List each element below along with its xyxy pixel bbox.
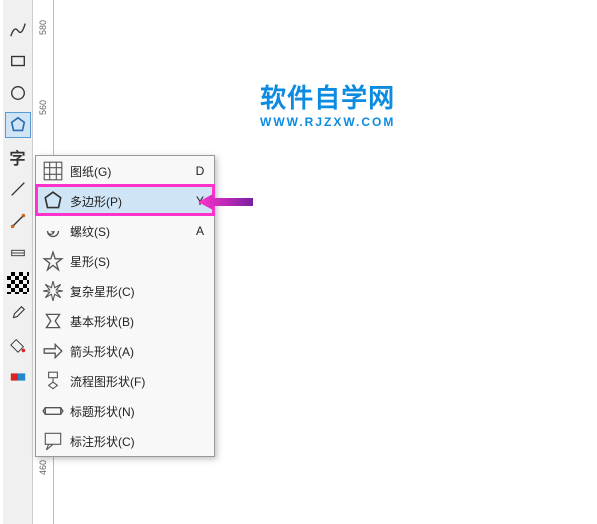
basic-shapes-icon: [42, 310, 64, 332]
menu-label: 图纸(G): [70, 163, 192, 180]
menu-item-banner-shapes[interactable]: 标题形状(N): [36, 396, 214, 426]
menu-label: 标注形状(C): [70, 433, 192, 450]
menu-label: 箭头形状(A): [70, 343, 192, 360]
arrow-shapes-icon: [42, 340, 64, 362]
eyedropper-tool[interactable]: [5, 300, 31, 326]
ruler-tick: 580: [38, 20, 48, 35]
menu-label: 星形(S): [70, 253, 192, 270]
menu-label: 复杂星形(C): [70, 283, 192, 300]
line-tool[interactable]: [5, 176, 31, 202]
blend-tool[interactable]: [5, 364, 31, 390]
menu-label: 多边形(P): [70, 193, 192, 210]
polygon-flyout-menu: 图纸(G) D 多边形(P) Y 螺纹(S) A 星形(S) 复杂星形(C) 基…: [35, 155, 215, 457]
menu-label: 螺纹(S): [70, 223, 192, 240]
menu-item-arrow-shapes[interactable]: 箭头形状(A): [36, 336, 214, 366]
menu-label: 标题形状(N): [70, 403, 192, 420]
callout-shapes-icon: [42, 430, 64, 452]
toolbar: 字: [3, 0, 33, 524]
ruler-tick: 460: [38, 460, 48, 475]
menu-item-callout-shapes[interactable]: 标注形状(C): [36, 426, 214, 456]
menu-item-star[interactable]: 星形(S): [36, 246, 214, 276]
banner-shapes-icon: [42, 400, 64, 422]
complex-star-icon: [42, 280, 64, 302]
star-icon: [42, 250, 64, 272]
text-tool[interactable]: 字: [5, 144, 31, 170]
menu-item-flowchart-shapes[interactable]: 流程图形状(F): [36, 366, 214, 396]
ruler-tick: 560: [38, 100, 48, 115]
menu-label: 基本形状(B): [70, 313, 192, 330]
spiral-icon: [42, 220, 64, 242]
dimension-tool[interactable]: [5, 240, 31, 266]
watermark: 软件自学网 WWW.RJZXW.COM: [260, 78, 395, 129]
watermark-text: 软件自学网: [260, 78, 395, 115]
menu-item-graph-paper[interactable]: 图纸(G) D: [36, 156, 214, 186]
polygon-icon: [42, 190, 64, 212]
menu-shortcut: Y: [192, 194, 208, 208]
checker-tool[interactable]: [7, 272, 29, 294]
rectangle-tool[interactable]: [5, 48, 31, 74]
menu-label: 流程图形状(F): [70, 373, 192, 390]
polygon-tool[interactable]: [5, 112, 31, 138]
freehand-tool[interactable]: [5, 16, 31, 42]
flowchart-shapes-icon: [42, 370, 64, 392]
ellipse-tool[interactable]: [5, 80, 31, 106]
graph-paper-icon: [42, 160, 64, 182]
menu-item-spiral[interactable]: 螺纹(S) A: [36, 216, 214, 246]
fill-tool[interactable]: [5, 332, 31, 358]
menu-item-polygon[interactable]: 多边形(P) Y: [36, 186, 214, 216]
menu-item-basic-shapes[interactable]: 基本形状(B): [36, 306, 214, 336]
menu-shortcut: A: [192, 224, 208, 238]
connector-tool[interactable]: [5, 208, 31, 234]
menu-shortcut: D: [192, 164, 208, 178]
menu-item-complex-star[interactable]: 复杂星形(C): [36, 276, 214, 306]
watermark-url: WWW.RJZXW.COM: [260, 115, 395, 129]
